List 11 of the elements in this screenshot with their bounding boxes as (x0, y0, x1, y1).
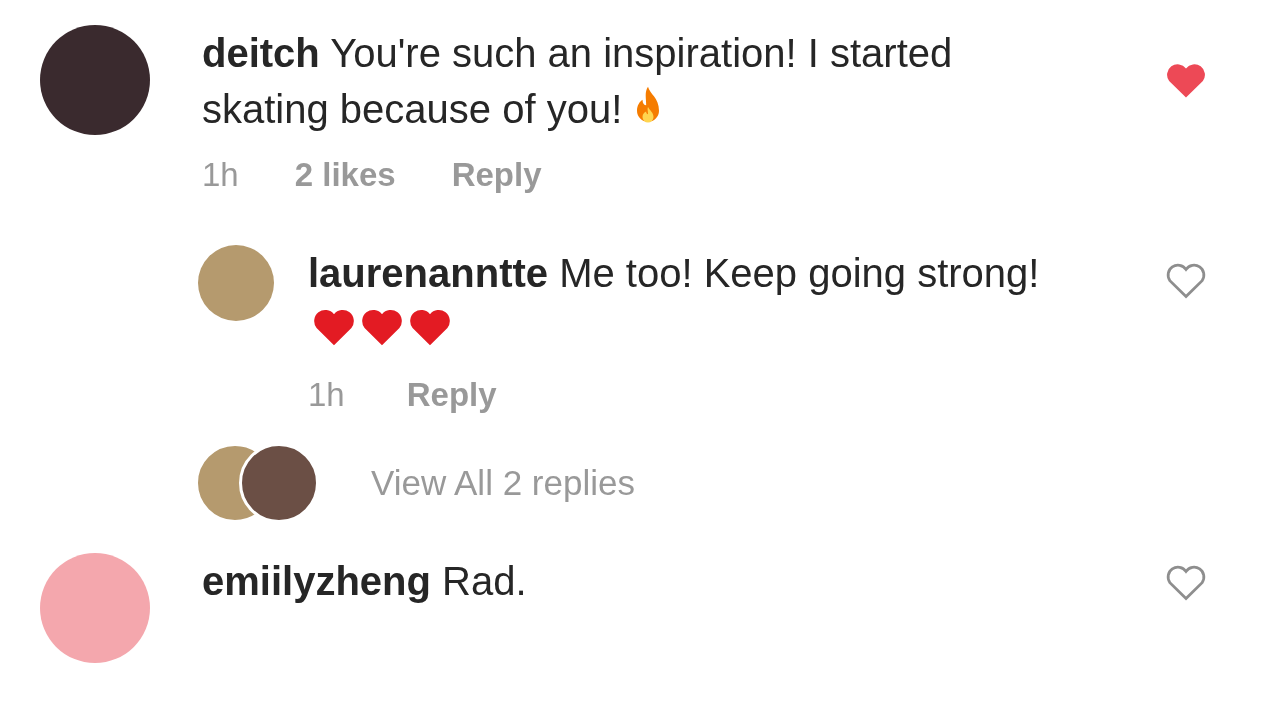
comment-time: 1h (202, 155, 239, 195)
reply-link[interactable]: Reply (406, 375, 497, 415)
comment-text: emiilyzheng Rad. (202, 558, 528, 605)
likes-link[interactable]: 2 likes (294, 155, 396, 195)
comment-text: deitch You're such an inspiration! I started skating because of you! (202, 30, 954, 133)
reply-link[interactable]: Reply (451, 155, 542, 195)
like-heart-icon[interactable] (1164, 563, 1208, 603)
comment-time: 1h (308, 375, 345, 415)
like-heart-icon[interactable] (1164, 261, 1208, 301)
view-replies-link[interactable]: View All 2 replies (371, 463, 635, 503)
comment-text: laurenanntte Me too! Keep going strong! (308, 245, 1064, 357)
